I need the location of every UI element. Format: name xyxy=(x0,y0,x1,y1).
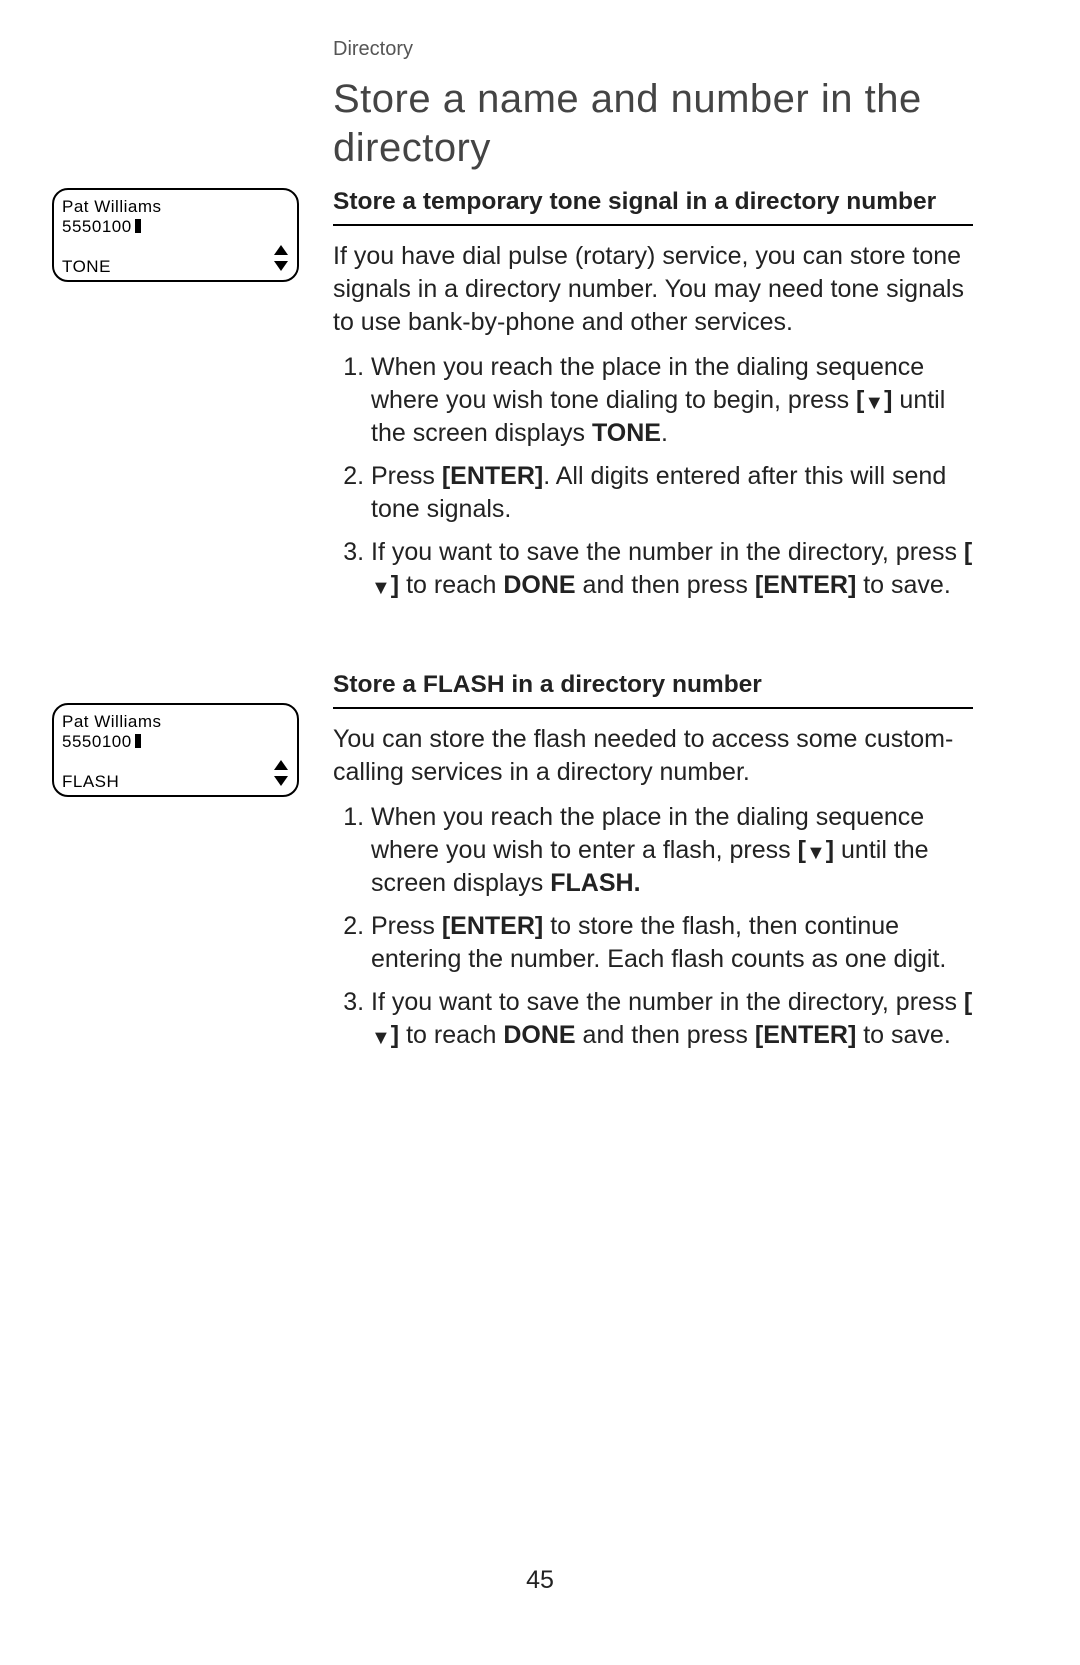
down-arrow-icon: ▼ xyxy=(864,393,884,413)
cursor-icon xyxy=(135,734,141,748)
lcd-number-line: 5550100 xyxy=(62,217,141,237)
subhead-flash: Store a FLASH in a directory number xyxy=(333,668,973,709)
keyword: [ENTER] xyxy=(442,912,543,940)
down-arrow-icon: ▼ xyxy=(371,1028,391,1048)
step-text: to reach xyxy=(399,1021,503,1049)
lcd-mode-line: TONE xyxy=(62,257,111,277)
list-item: If you want to save the number in the di… xyxy=(371,986,973,1052)
keyword: [ENTER] xyxy=(755,1021,856,1049)
bracket: ] xyxy=(391,571,399,599)
up-down-arrow-icon xyxy=(274,760,288,786)
paragraph: If you have dial pulse (rotary) service,… xyxy=(333,240,973,339)
down-arrow-icon: ▼ xyxy=(371,578,391,598)
step-text: When you reach the place in the dialing … xyxy=(371,353,924,414)
cursor-icon xyxy=(135,219,141,233)
lcd-number-text: 5550100 xyxy=(62,217,132,236)
lcd-mode-line: FLASH xyxy=(62,772,119,792)
bracket: [ xyxy=(964,988,972,1016)
lcd-number-line: 5550100 xyxy=(62,732,141,752)
step-text: Press xyxy=(371,912,442,940)
lcd-number-text: 5550100 xyxy=(62,732,132,751)
down-key: [▼] xyxy=(798,836,834,864)
steps-list-tone: When you reach the place in the dialing … xyxy=(333,351,973,602)
down-arrow-icon: ▼ xyxy=(806,843,826,863)
lcd-name-line: Pat Williams xyxy=(62,712,162,732)
step-text: Press xyxy=(371,462,442,490)
up-down-arrow-icon xyxy=(274,245,288,271)
keyword: FLASH. xyxy=(550,869,640,897)
down-key: [▼] xyxy=(856,386,892,414)
keyword: [ENTER] xyxy=(755,571,856,599)
list-item: Press [ENTER]. All digits entered after … xyxy=(371,460,973,526)
keyword: DONE xyxy=(503,571,575,599)
bracket: [ xyxy=(964,538,972,566)
list-item: If you want to save the number in the di… xyxy=(371,536,973,602)
page-title: Store a name and number in the directory xyxy=(333,75,973,173)
keyword: DONE xyxy=(503,1021,575,1049)
lcd-name-line: Pat Williams xyxy=(62,197,162,217)
page-number: 45 xyxy=(0,1566,1080,1595)
section-label: Directory xyxy=(333,38,973,61)
list-item: When you reach the place in the dialing … xyxy=(371,351,973,450)
step-text: If you want to save the number in the di… xyxy=(371,988,964,1016)
main-column: Directory Store a name and number in the… xyxy=(333,38,973,1062)
bracket: ] xyxy=(391,1021,399,1049)
subhead-tone: Store a temporary tone signal in a direc… xyxy=(333,185,973,226)
steps-list-flash: When you reach the place in the dialing … xyxy=(333,801,973,1052)
bracket: [ xyxy=(798,836,806,864)
step-text: to reach xyxy=(399,571,503,599)
step-text: to save. xyxy=(856,571,951,599)
list-item: Press [ENTER] to store the flash, then c… xyxy=(371,910,973,976)
step-text: If you want to save the number in the di… xyxy=(371,538,964,566)
lcd-figure-flash: Pat Williams 5550100 FLASH xyxy=(52,703,299,797)
list-item: When you reach the place in the dialing … xyxy=(371,801,973,900)
step-text: . xyxy=(661,419,668,447)
lcd-figure-tone: Pat Williams 5550100 TONE xyxy=(52,188,299,282)
step-text: and then press xyxy=(576,571,755,599)
bracket: ] xyxy=(826,836,834,864)
paragraph: You can store the flash needed to access… xyxy=(333,723,973,789)
keyword: TONE xyxy=(592,419,661,447)
bracket: [ xyxy=(856,386,864,414)
keyword: [ENTER] xyxy=(442,462,543,490)
step-text: to save. xyxy=(856,1021,951,1049)
step-text: and then press xyxy=(576,1021,755,1049)
